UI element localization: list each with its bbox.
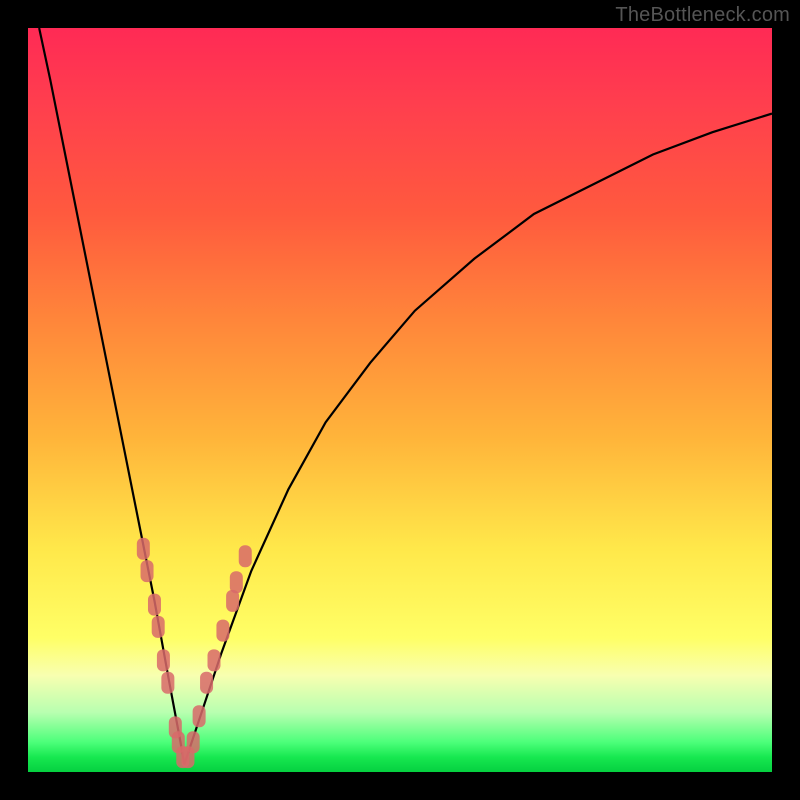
data-marker [230, 571, 243, 593]
markers-group [137, 538, 252, 768]
data-marker [148, 594, 161, 616]
chart-svg [28, 28, 772, 772]
watermark: TheBottleneck.com [615, 4, 790, 27]
data-marker [216, 620, 229, 642]
data-marker [208, 649, 221, 671]
data-marker [200, 672, 213, 694]
data-marker [239, 545, 252, 567]
data-marker [187, 731, 200, 753]
data-marker [161, 672, 174, 694]
data-marker [193, 705, 206, 727]
right-arm-curve [184, 114, 772, 765]
data-marker [152, 616, 165, 638]
chart-frame: TheBottleneck.com [0, 0, 800, 800]
data-marker [157, 649, 170, 671]
curve-group [39, 28, 772, 765]
data-marker [141, 560, 154, 582]
plot-area [28, 28, 772, 772]
data-marker [137, 538, 150, 560]
